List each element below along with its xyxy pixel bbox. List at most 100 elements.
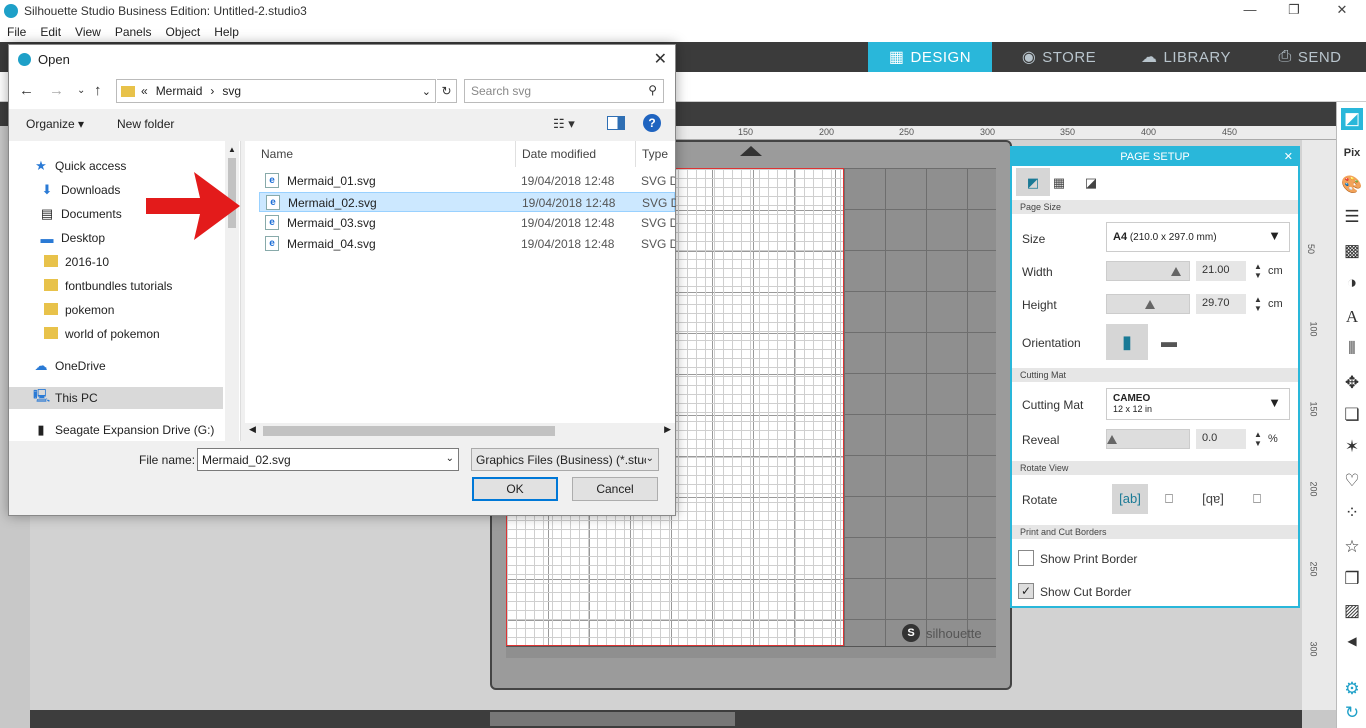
- page-setup-icon[interactable]: ◩: [1341, 108, 1363, 130]
- nav-this-pc[interactable]: 🖳 This PC: [9, 387, 223, 409]
- tab-library[interactable]: ☁ LIBRARY: [1122, 42, 1250, 72]
- close-window-button[interactable]: ✕: [1332, 2, 1352, 18]
- minimize-button[interactable]: —: [1240, 2, 1260, 18]
- tab-store[interactable]: ◉ STORE: [1000, 42, 1118, 72]
- change-view-icon[interactable]: ☷ ▾: [553, 116, 575, 132]
- file-row-mermaid-03[interactable]: eMermaid_03.svg19/04/2018 12:48SVG Do: [259, 213, 675, 233]
- nav-folder-pokemon[interactable]: pokemon: [43, 299, 114, 321]
- column-header-name[interactable]: Name: [261, 147, 293, 161]
- page-setup-tab-registration[interactable]: ◪: [1074, 168, 1108, 196]
- show-cut-border-checkbox[interactable]: ✓: [1018, 583, 1034, 599]
- tab-design[interactable]: ▦ DESIGN: [868, 42, 992, 72]
- preview-pane-icon[interactable]: [607, 116, 625, 130]
- nav-quick-access[interactable]: ★ Quick access: [33, 155, 126, 177]
- menu-help[interactable]: Help: [207, 25, 246, 39]
- pixscan-icon[interactable]: Pix: [1341, 142, 1363, 164]
- width-input[interactable]: 21.00: [1196, 261, 1246, 281]
- page-size-dropdown[interactable]: A4 (210.0 x 297.0 mm) ▼: [1106, 222, 1290, 252]
- back-arrow-icon[interactable]: ←: [19, 82, 34, 99]
- rotate-180-icon[interactable]: [qɐ]: [1196, 484, 1230, 514]
- maximize-button[interactable]: ❐: [1284, 2, 1304, 18]
- favorites-icon[interactable]: ☆: [1341, 536, 1363, 558]
- recent-chevron-icon[interactable]: ⌄: [77, 85, 85, 96]
- file-row-mermaid-01[interactable]: eMermaid_01.svg19/04/2018 12:48SVG Do: [259, 171, 675, 191]
- nav-folder-fontbundles[interactable]: fontbundles tutorials: [43, 275, 172, 297]
- tab-send[interactable]: ⎙ SEND: [1254, 42, 1366, 72]
- horizontal-scroll-thumb[interactable]: [490, 712, 735, 726]
- breadcrumb-mermaid[interactable]: Mermaid: [156, 84, 203, 98]
- slider-knob[interactable]: [1107, 435, 1117, 444]
- portrait-icon[interactable]: ▮: [1106, 324, 1148, 360]
- text-icon[interactable]: A: [1341, 306, 1363, 328]
- close-panel-icon[interactable]: ✕: [1284, 148, 1293, 166]
- scroll-left-icon[interactable]: ◀: [249, 424, 256, 435]
- height-stepper[interactable]: ▲ ▼: [1254, 295, 1262, 313]
- file-row-mermaid-04[interactable]: eMermaid_04.svg19/04/2018 12:48SVG Do: [259, 234, 675, 254]
- refresh-icon[interactable]: ↻: [437, 79, 457, 103]
- nav-documents[interactable]: ▤ Documents: [39, 203, 122, 225]
- cancel-button[interactable]: Cancel: [572, 477, 658, 501]
- menu-object[interactable]: Object: [159, 25, 208, 39]
- file-row-mermaid-02[interactable]: eMermaid_02.svg19/04/2018 12:48SVG Do: [259, 192, 676, 212]
- ok-button[interactable]: OK: [472, 477, 558, 501]
- slider-knob[interactable]: [1145, 300, 1155, 309]
- breadcrumb-svg[interactable]: svg: [222, 84, 241, 98]
- rotate-270-icon[interactable]: ⎕: [1240, 484, 1274, 514]
- fill-pattern-icon[interactable]: ▩: [1341, 240, 1363, 262]
- height-input[interactable]: 29.70: [1196, 294, 1246, 314]
- chevron-down-icon[interactable]: ⌄: [422, 85, 431, 98]
- new-folder-button[interactable]: New folder: [117, 117, 174, 131]
- help-icon[interactable]: ?: [643, 114, 661, 132]
- file-name-input[interactable]: Mermaid_02.svg ⌄: [197, 448, 459, 471]
- transparency-icon[interactable]: ◑: [1341, 272, 1363, 294]
- modify-icon[interactable]: ❏: [1341, 404, 1363, 426]
- column-separator[interactable]: [635, 141, 636, 167]
- reveal-slider[interactable]: [1106, 429, 1190, 449]
- width-stepper[interactable]: ▲ ▼: [1254, 262, 1262, 280]
- column-separator[interactable]: [515, 141, 516, 167]
- height-slider[interactable]: [1106, 294, 1190, 314]
- sync-icon[interactable]: ↻: [1341, 702, 1363, 724]
- reveal-stepper[interactable]: ▲ ▼: [1254, 430, 1262, 448]
- transform-icon[interactable]: ✥: [1341, 372, 1363, 394]
- collapse-arrow-icon[interactable]: ◀: [1341, 630, 1363, 652]
- nav-seagate-drive[interactable]: ▮ Seagate Expansion Drive (G:): [33, 419, 214, 441]
- nav-folder-2016-10[interactable]: 2016-10: [43, 251, 109, 273]
- sketch-icon[interactable]: ▨: [1341, 600, 1363, 622]
- chevron-down-icon[interactable]: ⌄: [446, 453, 454, 464]
- nav-downloads[interactable]: ⬇ Downloads: [39, 179, 121, 201]
- menu-edit[interactable]: Edit: [33, 25, 68, 39]
- file-type-dropdown[interactable]: Graphics Files (Business) (*.stuc ⌄: [471, 448, 659, 471]
- landscape-icon[interactable]: ▬: [1152, 328, 1186, 358]
- slider-knob[interactable]: [1171, 267, 1181, 276]
- nav-onedrive[interactable]: ☁ OneDrive: [33, 355, 106, 377]
- show-print-border-checkbox[interactable]: [1018, 550, 1034, 566]
- menu-file[interactable]: File: [0, 25, 33, 39]
- search-input[interactable]: Search svg ⚲: [464, 79, 664, 103]
- palette-icon[interactable]: 🎨: [1341, 174, 1363, 196]
- effects-icon[interactable]: ✶: [1341, 436, 1363, 458]
- close-icon[interactable]: ✕: [654, 49, 667, 69]
- nav-desktop[interactable]: ▬ Desktop: [39, 227, 106, 249]
- up-arrow-icon[interactable]: ↑: [94, 82, 102, 99]
- nav-folder-world-of-pokemon[interactable]: world of pokemon: [43, 323, 160, 345]
- scroll-up-icon[interactable]: ▲: [228, 145, 236, 154]
- rotate-90-icon[interactable]: ⎕: [1152, 484, 1186, 514]
- cutting-mat-dropdown[interactable]: CAMEO 12 x 12 in ▼: [1106, 388, 1290, 420]
- layers-icon[interactable]: ❒: [1341, 568, 1363, 590]
- forward-arrow-icon[interactable]: →: [49, 82, 64, 99]
- address-bar[interactable]: « Mermaid › svg ⌄: [116, 79, 436, 103]
- reveal-input[interactable]: 0.0: [1196, 429, 1246, 449]
- column-header-date[interactable]: Date modified: [522, 147, 596, 161]
- scroll-right-icon[interactable]: ▶: [664, 424, 671, 435]
- organize-button[interactable]: Organize ▾: [26, 117, 84, 131]
- column-header-type[interactable]: Type: [642, 147, 668, 161]
- align-icon[interactable]: ⫴: [1341, 338, 1363, 360]
- width-slider[interactable]: [1106, 261, 1190, 281]
- line-style-icon[interactable]: ☰: [1341, 206, 1363, 228]
- menu-view[interactable]: View: [68, 25, 108, 39]
- rotate-0-icon[interactable]: [ab]: [1112, 484, 1148, 514]
- menu-panels[interactable]: Panels: [108, 25, 159, 39]
- page-setup-tab-grid[interactable]: ▦: [1042, 168, 1076, 196]
- file-list-scroll-thumb[interactable]: [263, 426, 555, 436]
